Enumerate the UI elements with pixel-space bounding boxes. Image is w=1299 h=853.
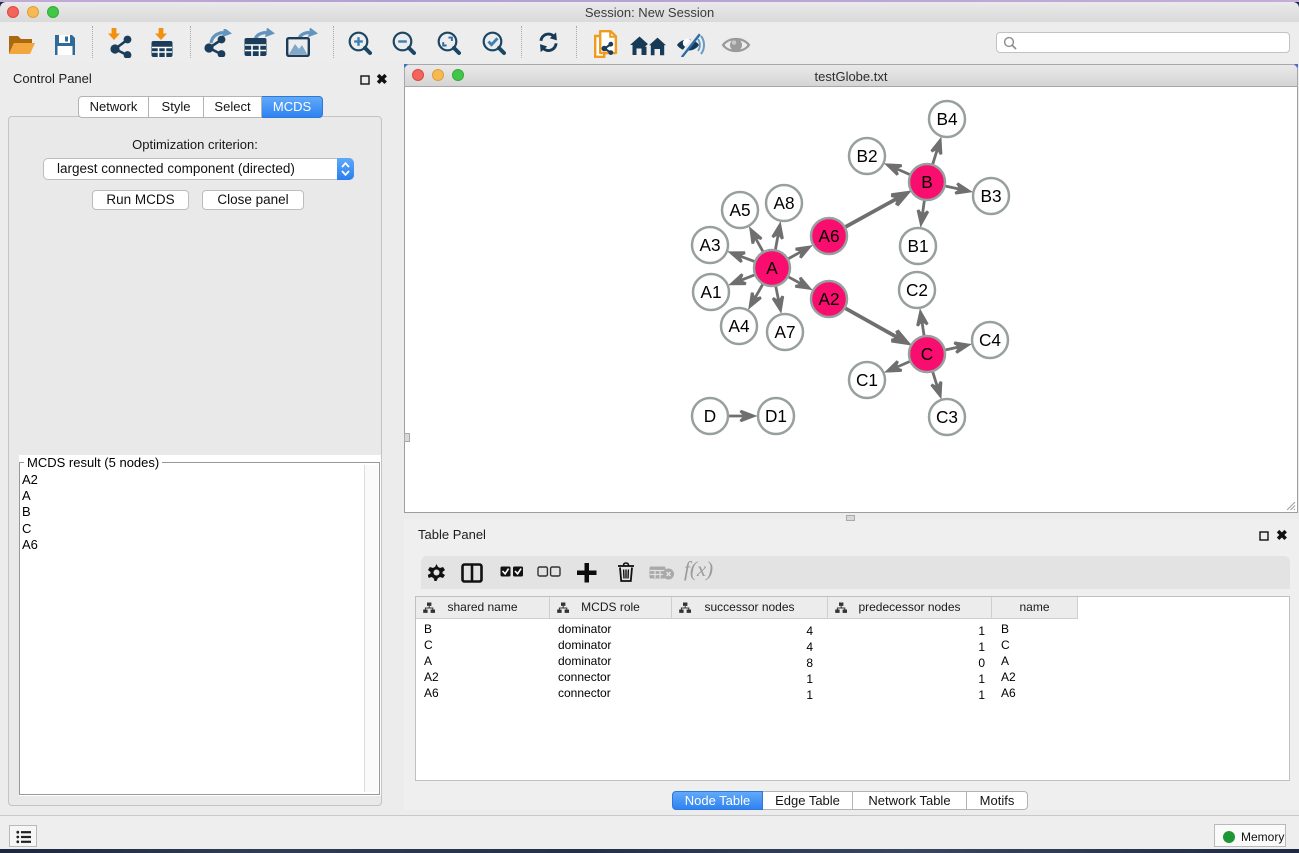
svg-text:B4: B4	[936, 109, 957, 129]
svg-text:C4: C4	[979, 330, 1001, 350]
svg-text:B1: B1	[907, 236, 928, 256]
svg-text:A3: A3	[699, 235, 720, 255]
svg-text:A7: A7	[774, 322, 795, 342]
svg-text:A2: A2	[818, 289, 839, 309]
svg-text:C1: C1	[856, 370, 878, 390]
svg-text:A6: A6	[818, 226, 839, 246]
svg-text:A4: A4	[728, 316, 749, 336]
svg-text:A1: A1	[700, 282, 721, 302]
svg-text:A: A	[766, 258, 778, 278]
svg-text:A5: A5	[729, 200, 750, 220]
svg-text:B: B	[921, 172, 932, 192]
svg-text:A8: A8	[773, 193, 794, 213]
svg-text:C3: C3	[936, 407, 958, 427]
svg-text:C2: C2	[906, 280, 928, 300]
svg-text:B2: B2	[856, 146, 877, 166]
svg-text:B3: B3	[980, 186, 1001, 206]
svg-text:D1: D1	[765, 406, 787, 426]
svg-text:D: D	[704, 406, 716, 426]
svg-text:C: C	[921, 344, 933, 364]
